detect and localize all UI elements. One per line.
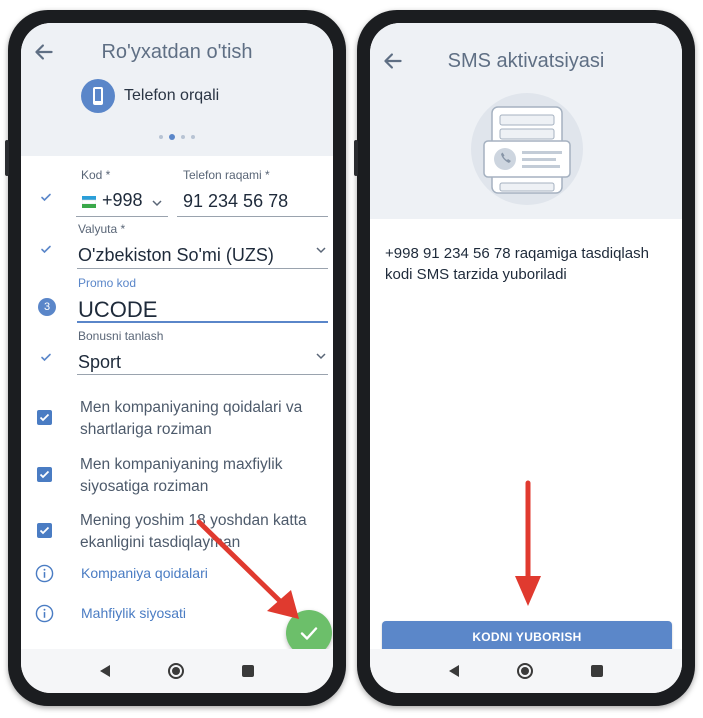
- privacy-checkbox[interactable]: [37, 467, 52, 482]
- nav-recents-icon[interactable]: [591, 665, 603, 677]
- bonus-label: Bonusni tanlash: [78, 329, 164, 343]
- age-checkbox-label[interactable]: Mening yoshim 18 yoshdan katta ekanligin…: [80, 510, 332, 554]
- info-icon: [35, 604, 54, 623]
- step-number-badge: 3: [38, 298, 56, 316]
- checkmark-icon: [39, 470, 50, 479]
- promo-code-underline: [77, 321, 328, 323]
- nav-home-icon[interactable]: [517, 663, 533, 679]
- registration-screen: Ro'yxatdan o'tish Telefon orqali Kod * +…: [21, 23, 333, 693]
- phone-underline: [177, 216, 328, 217]
- registration-method-label[interactable]: Telefon orqali: [124, 87, 219, 105]
- step-done-icon: [41, 193, 51, 202]
- phone-left: Ro'yxatdan o'tish Telefon orqali Kod * +…: [5, 10, 346, 706]
- page-title: Ro'yxatdan o'tish: [101, 41, 253, 63]
- currency-underline: [77, 268, 328, 269]
- sms-activation-screen: SMS aktivatsiyasi +998 91 234 56 78 raqa…: [370, 23, 682, 693]
- nav-back-icon[interactable]: [100, 665, 110, 677]
- country-code-value: +998: [102, 190, 143, 210]
- bonus-underline: [77, 374, 328, 375]
- code-underline: [76, 216, 168, 217]
- volume-button: [5, 140, 9, 176]
- nav-back-icon[interactable]: [449, 665, 459, 677]
- page-dot-active: [169, 134, 175, 140]
- phone-sms-illustration-icon: [471, 93, 583, 205]
- terms-checkbox-label[interactable]: Men kompaniyaning qoidalari va shartlari…: [80, 397, 332, 441]
- company-rules-link[interactable]: Kompaniya qoidalari: [81, 565, 208, 581]
- nav-home-icon[interactable]: [168, 663, 184, 679]
- phone-number-input[interactable]: 91 234 56 78: [183, 191, 288, 212]
- chevron-down-icon[interactable]: [315, 352, 327, 360]
- page-indicator: [21, 134, 333, 140]
- country-code-select[interactable]: +998: [76, 188, 168, 216]
- checkmark-icon: [39, 413, 50, 422]
- uzbekistan-flag-icon: [82, 196, 96, 208]
- currency-label: Valyuta *: [78, 222, 126, 236]
- volume-button: [354, 140, 358, 176]
- info-icon: [35, 564, 54, 583]
- terms-checkbox[interactable]: [37, 410, 52, 425]
- age-checkbox[interactable]: [37, 523, 52, 538]
- bonus-select[interactable]: Sport: [78, 352, 121, 373]
- sms-header: SMS aktivatsiyasi: [370, 23, 682, 219]
- phone-label: Telefon raqami *: [183, 168, 270, 182]
- code-label: Kod *: [81, 168, 111, 182]
- android-nav-bar: [21, 649, 333, 693]
- sms-info-text: +998 91 234 56 78 raqamiga tasdiqlash ko…: [385, 245, 649, 283]
- chevron-down-icon: [152, 200, 162, 207]
- promo-code-label: Promo kod: [78, 276, 137, 290]
- nav-recents-icon[interactable]: [242, 665, 254, 677]
- registration-header: Ro'yxatdan o'tish Telefon orqali: [21, 23, 333, 156]
- page-dot: [159, 135, 163, 139]
- privacy-checkbox-label[interactable]: Men kompaniyaning maxfiylik siyosatiga r…: [80, 454, 332, 498]
- chevron-down-icon[interactable]: [315, 246, 327, 254]
- phone-icon[interactable]: [81, 79, 115, 113]
- page-dot: [191, 135, 195, 139]
- promo-code-input[interactable]: UCODE: [78, 297, 157, 323]
- page-title: SMS aktivatsiyasi: [447, 50, 605, 72]
- currency-select[interactable]: O'zbekiston So'mi (UZS): [78, 245, 274, 266]
- page-dot: [181, 135, 185, 139]
- privacy-policy-link[interactable]: Mahfiylik siyosati: [81, 605, 186, 621]
- android-nav-bar: [370, 649, 682, 693]
- step-done-icon: [41, 245, 51, 254]
- step-done-icon: [41, 353, 51, 362]
- phone-right: SMS aktivatsiyasi +998 91 234 56 78 raqa…: [354, 10, 695, 706]
- checkmark-icon: [39, 526, 50, 535]
